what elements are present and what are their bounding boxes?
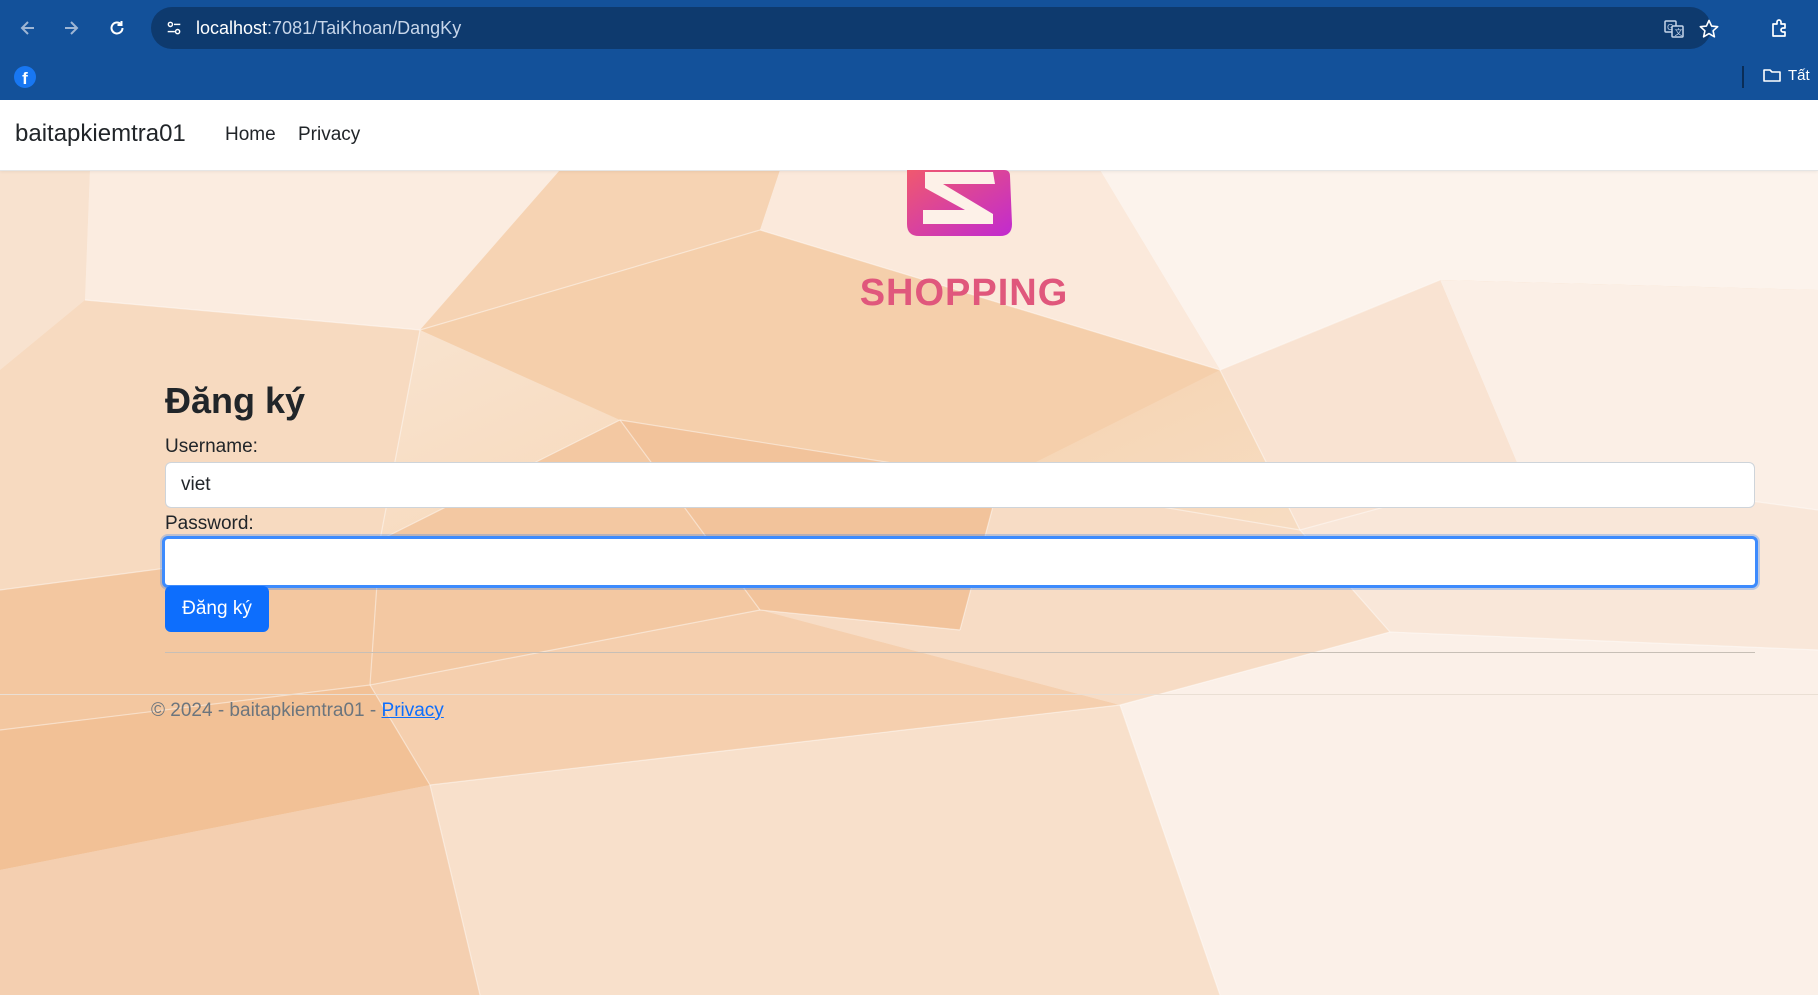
password-label: Password: <box>165 513 254 534</box>
bookmarks-separator <box>1742 66 1744 88</box>
reload-icon <box>110 21 124 35</box>
svg-text:文: 文 <box>1675 27 1683 37</box>
nav-link-privacy[interactable]: Privacy <box>298 124 360 146</box>
nav-link-home[interactable]: Home <box>225 124 276 146</box>
back-arrow-icon <box>20 21 34 35</box>
svg-text:G: G <box>1667 23 1673 32</box>
content-divider <box>165 652 1755 653</box>
extensions-icon <box>1772 19 1786 37</box>
site-info-button[interactable] <box>161 15 187 41</box>
bookmark-star-button[interactable] <box>1696 16 1722 42</box>
web-page: baitapkiemtra01 Home Privacy SHOPPING Đă… <box>0 100 1818 995</box>
forward-arrow-icon <box>65 21 79 35</box>
address-bar[interactable]: localhost:7081/TaiKhoan/DangKy G 文 <box>151 7 1719 49</box>
register-button[interactable]: Đăng ký <box>165 586 269 632</box>
footer-privacy-link[interactable]: Privacy <box>382 700 444 721</box>
shopping-bag-logo-icon <box>907 170 1012 236</box>
username-label: Username: <box>165 436 258 457</box>
site-navbar: baitapkiemtra01 Home Privacy <box>0 100 1818 171</box>
shopping-logo: SHOPPING <box>855 170 1075 320</box>
url-path: :7081/TaiKhoan/DangKy <box>267 18 462 38</box>
translate-button[interactable]: G 文 <box>1661 16 1687 42</box>
reload-button[interactable] <box>102 13 132 43</box>
url-text: localhost:7081/TaiKhoan/DangKy <box>196 18 461 39</box>
footer-border <box>0 694 1818 695</box>
username-input[interactable] <box>165 462 1755 508</box>
translate-icon: G 文 <box>1664 20 1684 38</box>
bookmarks-bar: f Tất <box>0 56 1818 100</box>
footer-copyright: © 2024 - baitapkiemtra01 - <box>151 700 382 721</box>
extensions-button[interactable] <box>1765 13 1795 43</box>
facebook-icon: f <box>22 68 28 88</box>
page-title: Đăng ký <box>165 380 306 421</box>
forward-button[interactable] <box>56 13 86 43</box>
url-host: localhost <box>196 18 268 38</box>
folder-icon <box>1763 69 1781 82</box>
facebook-bookmark[interactable]: f <box>14 66 36 88</box>
bookmark-folder-label: Tất <box>1788 66 1810 84</box>
logo-text: SHOPPING <box>859 272 1069 314</box>
star-icon <box>1699 19 1719 38</box>
all-bookmarks-folder[interactable]: Tất <box>1762 65 1810 85</box>
site-footer: © 2024 - baitapkiemtra01 - Privacy <box>151 700 444 722</box>
password-input[interactable] <box>162 536 1758 588</box>
back-button[interactable] <box>13 13 43 43</box>
navbar-brand[interactable]: baitapkiemtra01 <box>15 120 186 148</box>
browser-toolbar: localhost:7081/TaiKhoan/DangKy G 文 <box>0 0 1818 56</box>
site-info-icon <box>167 21 181 35</box>
browser-chrome: localhost:7081/TaiKhoan/DangKy G 文 f Tất <box>0 0 1818 100</box>
